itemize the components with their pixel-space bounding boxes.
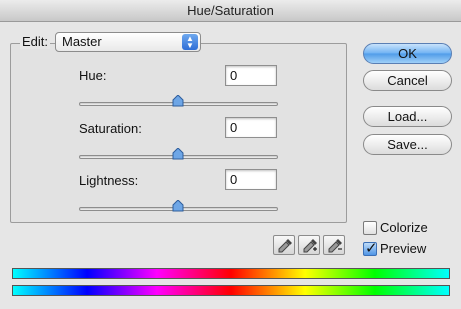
load-button[interactable]: Load... <box>363 106 452 127</box>
saturation-input[interactable]: 0 <box>225 117 277 138</box>
eyedropper-button[interactable] <box>273 235 295 255</box>
eyedropper-plus-button[interactable] <box>298 235 320 255</box>
eyedropper-minus-button[interactable] <box>323 235 345 255</box>
lightness-label: Lightness: <box>79 173 139 188</box>
hue-input[interactable]: 0 <box>225 65 277 86</box>
lightness-slider-thumb[interactable] <box>172 200 184 212</box>
save-button[interactable]: Save... <box>363 134 452 155</box>
hue-label: Hue: <box>79 68 107 83</box>
colorize-label: Colorize <box>380 220 428 235</box>
lightness-input[interactable]: 0 <box>225 169 277 190</box>
eyedropper-minus-icon <box>328 239 342 253</box>
input-color-spectrum <box>12 268 450 279</box>
adjustment-group <box>10 43 347 223</box>
saturation-label: Saturation: <box>79 121 142 136</box>
cancel-button[interactable]: Cancel <box>363 70 452 91</box>
preview-checkbox[interactable]: ✓ <box>363 240 378 257</box>
eyedropper-icon <box>278 239 292 253</box>
colorize-checkbox[interactable] <box>363 221 377 235</box>
chevron-up-down-icon: ▲ ▼ <box>182 34 198 50</box>
ok-button[interactable]: OK <box>363 43 452 64</box>
hue-slider-thumb[interactable] <box>172 95 184 107</box>
edit-select-value: Master <box>62 34 102 49</box>
checkmark-icon: ✓ <box>365 240 378 257</box>
edit-select[interactable]: Master ▲ ▼ <box>55 32 201 52</box>
eyedropper-plus-icon <box>303 239 317 253</box>
output-color-spectrum <box>12 285 450 296</box>
window-title: Hue/Saturation <box>0 0 461 22</box>
hue-saturation-dialog: Hue/Saturation Edit: Master ▲ ▼ Hue: 0 Sa… <box>0 0 461 309</box>
edit-label: Edit: <box>20 34 51 49</box>
saturation-slider-thumb[interactable] <box>172 148 184 160</box>
preview-label: Preview <box>380 241 427 256</box>
